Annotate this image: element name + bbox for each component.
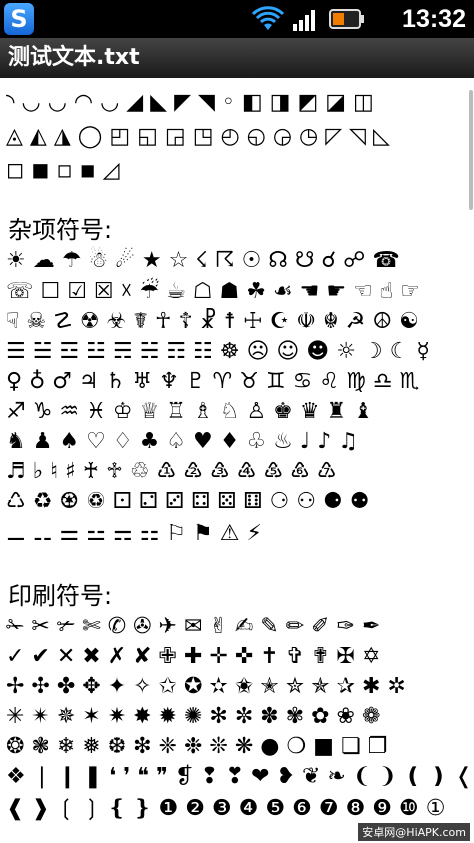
print-row-7: ❰ ❱ ❲ ❳ ❴ ❵ ❶ ❷ ❸ ❹ ❺ ❻ ❼ ❽ ❾ ❿ ①: [6, 796, 446, 821]
misc-row-9: ♺ ♻ ♼ ♽ ⚀ ⚁ ⚂ ⚃ ⚄ ⚅ ⚆ ⚇ ⚈ ⚉: [6, 489, 370, 514]
misc-row-1: ☀ ☁ ☂ ☃ ☄ ★ ☆ ☇ ☈ ☉ ☊ ☋ ☌ ☍ ☎: [6, 248, 400, 273]
status-bar: S 13:32: [0, 0, 474, 38]
wifi-icon: [252, 6, 284, 30]
document-title: 测试文本.txt: [8, 45, 140, 70]
printing-symbols-heading: 印刷符号:: [8, 582, 113, 610]
app-notification-icon[interactable]: S: [4, 3, 34, 35]
shapes-row-2: ◬ ◭ ◮ ◯ ◰ ◱ ◲ ◳ ◴ ◵ ◶ ◷ ◸ ◹ ◺: [6, 124, 390, 149]
status-icons: [252, 5, 366, 33]
clock: 13:32: [402, 5, 466, 33]
print-row-6: ❖ ❘ ❙ ❚ ❛ ❜ ❝ ❞ ❡ ❢ ❣ ❤ ❥ ❦ ❧ ❨ ❩ ❪ ❫ ❬ …: [6, 764, 468, 789]
title-bar: 测试文本.txt: [0, 38, 474, 78]
signal-icon: [293, 10, 315, 31]
print-row-5: ❂ ❃ ❄ ❅ ❆ ❇ ❈ ❉ ❊ ❋ ● ❍ ■ ❏ ❐: [6, 734, 388, 759]
misc-row-10: ⚊ ⚋ ⚌ ⚍ ⚎ ⚏ ⚐ ⚑ ⚠ ⚡: [6, 521, 262, 546]
shapes-row-3: ◻ ◼ ◽ ◾ ◿: [6, 158, 120, 183]
misc-row-4: ☰ ☱ ☲ ☳ ☴ ☵ ☶ ☷ ☸ ☹ ☺ ☻ ☼ ☽ ☾ ☿: [6, 339, 430, 364]
misc-symbols-heading: 杂项符号:: [8, 216, 113, 244]
misc-row-7: ♞ ♟ ♠ ♡ ♢ ♣ ♤ ♥ ♦ ♧ ♨ ♩ ♪ ♫: [6, 429, 358, 454]
misc-row-8: ♬ ♭ ♮ ♯ ♰ ♱ ♲ ♳ ♴ ♵ ♶ ♷ ♸ ♹: [6, 459, 337, 484]
battery-icon: [329, 9, 364, 29]
text-content[interactable]: ◝ ◡ ◡ ◠ ◡ ◢ ◣ ◤ ◥ ◦ ◧ ◨ ◩ ◪ ◫ ◬ ◭ ◮ ◯ ◰ …: [0, 86, 474, 843]
print-row-4: ✳ ✴ ✵ ✶ ✷ ✸ ✹ ✺ ✻ ✼ ✽ ✾ ✿ ❀ ❁: [6, 704, 381, 729]
watermark: 安卓网@HiAPK.com: [358, 823, 470, 841]
misc-row-2: ☏ ☐ ☑ ☒ ☓ ☔ ☕ ☖ ☗ ☘ ☙ ☚ ☛ ☜ ☝ ☞: [6, 279, 420, 304]
shapes-row-1: ◝ ◡ ◡ ◠ ◡ ◢ ◣ ◤ ◥ ◦ ◧ ◨ ◩ ◪ ◫: [6, 90, 374, 115]
scrollbar[interactable]: [469, 90, 473, 210]
misc-row-6: ♐ ♑ ♒ ♓ ♔ ♕ ♖ ♗ ♘ ♙ ♚ ♛ ♜ ♝: [6, 399, 374, 424]
misc-row-5: ♀ ♁ ♂ ♃ ♄ ♅ ♆ ♇ ♈ ♉ ♊ ♋ ♌ ♍ ♎ ♏: [6, 369, 420, 394]
misc-row-3: ☟ ☠ ☡ ☢ ☣ ☤ ☥ ☦ ☧ ☨ ☩ ☪ ☫ ☬ ☭ ☮ ☯: [6, 309, 419, 334]
print-row-1: ✁ ✂ ✃ ✄ ✆ ✇ ✈ ✉ ✌ ✍ ✎ ✏ ✐ ✑ ✒: [6, 614, 381, 639]
print-row-3: ✢ ✣ ✤ ✥ ✦ ✧ ✩ ✪ ✫ ✬ ✭ ✮ ✯ ✰ ✱ ✲: [6, 674, 406, 699]
print-row-2: ✓ ✔ ✕ ✖ ✗ ✘ ✙ ✚ ✛ ✜ ✝ ✞ ✟ ✠ ✡: [6, 644, 381, 669]
